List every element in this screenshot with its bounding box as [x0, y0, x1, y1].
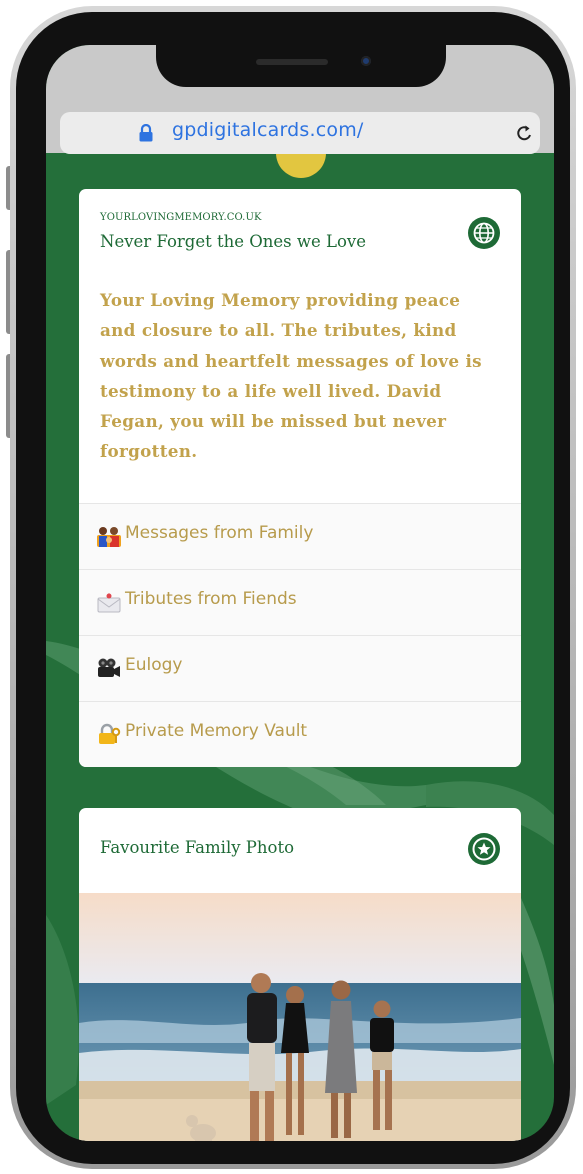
tribute-text: Your Loving Memory providing peace and c… [100, 290, 482, 462]
memorial-card: YOURLOVINGMEMORY.CO.UK Never Forget the … [79, 189, 521, 767]
lock-icon [139, 124, 153, 142]
menu-item-private-memory-vault[interactable]: Private Memory Vault [79, 701, 521, 767]
card-title: Never Forget the Ones we Love [100, 232, 366, 251]
lock-key-icon [99, 723, 121, 744]
family-photo-card: Favourite Family Photo [79, 808, 521, 1141]
menu-label: Tributes from Fiends [125, 589, 297, 609]
phone-notch [156, 45, 446, 87]
menu-label: Private Memory Vault [125, 721, 308, 741]
menu-label: Eulogy [125, 655, 183, 675]
globe-icon[interactable] [467, 216, 501, 250]
menu-label: Messages from Family [125, 523, 314, 543]
memorial-menu: Messages from Family Tributes from Fiend… [79, 503, 521, 767]
menu-item-messages-from-family[interactable]: Messages from Family [79, 503, 521, 569]
speaker-grille [256, 59, 328, 65]
card-title: Favourite Family Photo [100, 838, 295, 857]
star-icon[interactable] [467, 832, 501, 866]
url-text[interactable]: gpdigitalcards.com/ [172, 119, 364, 141]
reload-icon[interactable] [515, 122, 535, 144]
browser-top-area: gpdigitalcards.com/ [46, 45, 554, 154]
family-icon [97, 527, 121, 547]
menu-item-tributes-from-fiends[interactable]: Tributes from Fiends [79, 569, 521, 635]
front-camera [361, 56, 371, 66]
menu-item-eulogy[interactable]: Eulogy [79, 635, 521, 701]
envelope-icon [97, 593, 121, 613]
address-bar[interactable]: gpdigitalcards.com/ [60, 112, 540, 154]
phone-screen: gpdigitalcards.com/ YOURLOVINGMEMORY.CO.… [46, 45, 554, 1141]
movie-camera-icon [98, 658, 120, 677]
family-beach-photo [79, 893, 521, 1141]
site-caption: YOURLOVINGMEMORY.CO.UK [100, 212, 262, 223]
